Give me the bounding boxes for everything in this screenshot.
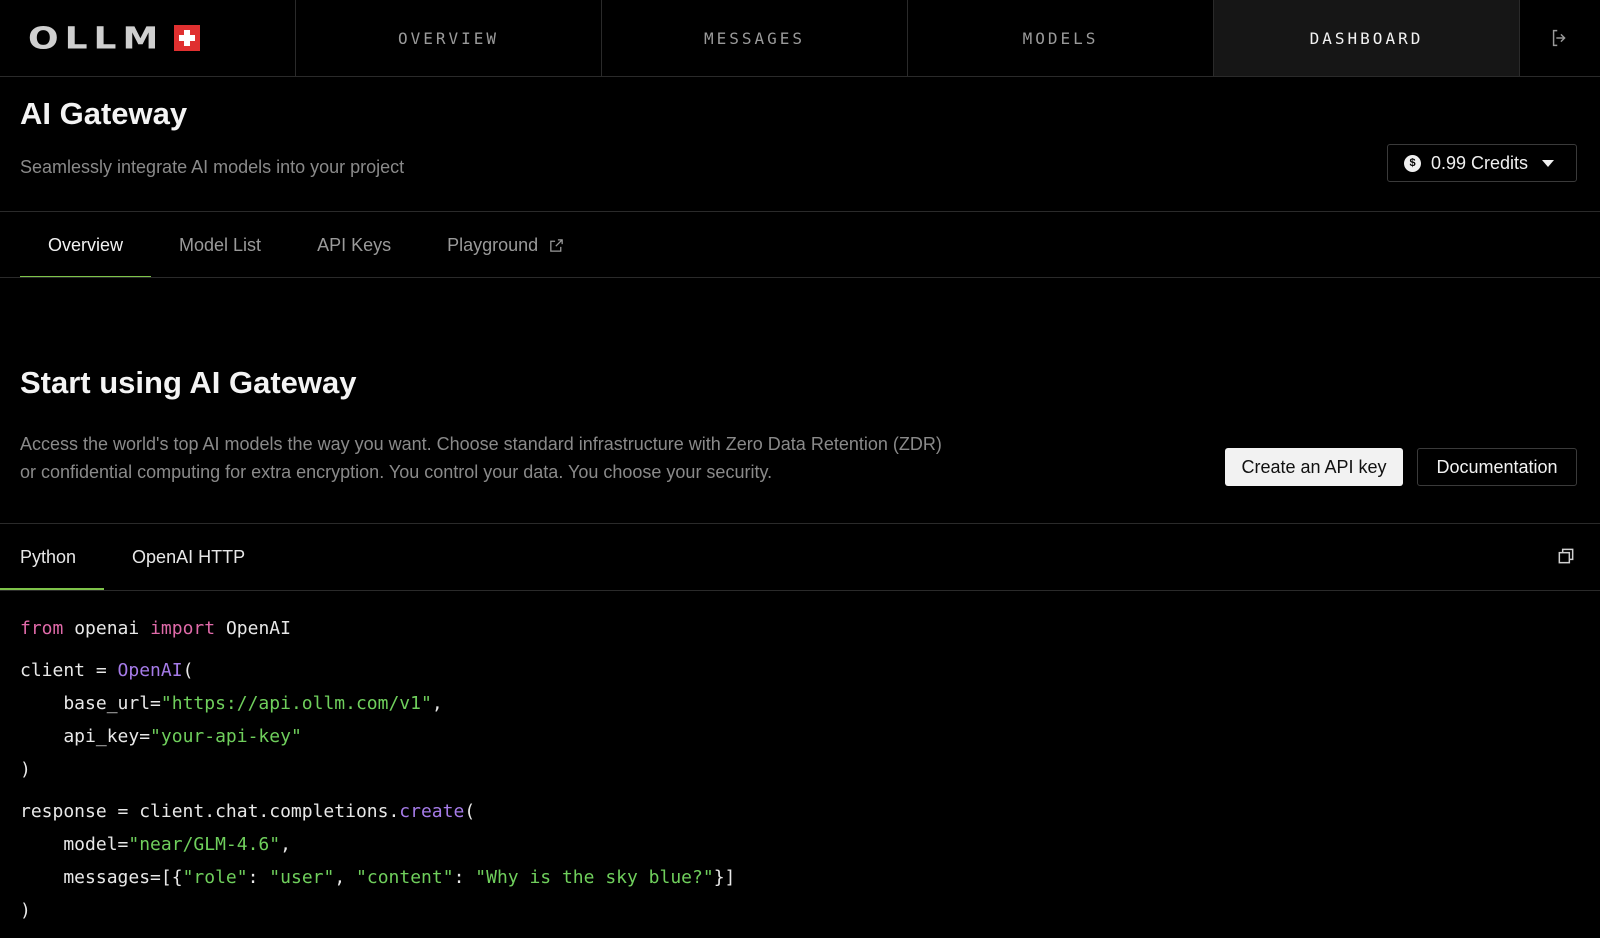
logout-icon	[1552, 29, 1566, 47]
swiss-flag-icon	[174, 25, 201, 51]
tab-label: OpenAI HTTP	[132, 546, 246, 567]
section-tabs: Overview Model List API Keys Playground	[20, 212, 593, 278]
tab-label: API Keys	[317, 234, 392, 255]
divider	[0, 590, 1600, 591]
code-line: base_url="https://api.ollm.com/v1",	[20, 693, 443, 714]
credits-label: 0.99 Credits	[1431, 152, 1529, 173]
code-line: client = OpenAI(	[20, 660, 194, 681]
code-line: model="near/GLM-4.6",	[20, 834, 291, 855]
section-description: Access the world's top AI models the way…	[20, 434, 942, 482]
dollar-coin-icon: $	[1404, 154, 1421, 172]
code-line: )	[20, 900, 31, 921]
tab-label: Model List	[179, 234, 262, 255]
code-block: from openai import OpenAI client = OpenA…	[20, 612, 735, 927]
tab-label: Overview	[48, 234, 124, 255]
code-line: api_key="your-api-key"	[20, 726, 302, 747]
divider	[0, 277, 1600, 278]
code-line: )	[20, 759, 31, 780]
logo-text: OLLM	[28, 20, 165, 56]
tab-python[interactable]: Python	[0, 524, 105, 590]
page-subtitle: Seamlessly integrate AI models into your…	[20, 157, 405, 177]
external-link-icon	[550, 238, 563, 252]
copy-icon	[1558, 548, 1574, 564]
tab-label: Playground	[447, 234, 539, 255]
tab-openai-http[interactable]: OpenAI HTTP	[104, 524, 273, 590]
tab-label: Python	[20, 546, 77, 567]
nav-dashboard[interactable]: DASHBOARD	[1214, 0, 1520, 76]
copy-code-button[interactable]	[1556, 546, 1578, 568]
logo[interactable]: OLLM	[0, 0, 296, 76]
code-language-tabs: Python OpenAI HTTP	[0, 524, 273, 590]
nav-messages[interactable]: MESSAGES	[602, 0, 908, 76]
tab-api-keys[interactable]: API Keys	[289, 212, 419, 278]
code-line: messages=[{"role": "user", "content": "W…	[20, 867, 736, 888]
top-navigation: OLLM OVERVIEW MESSAGES MODELS DASHBOARD	[0, 0, 1600, 77]
logout-button[interactable]	[1520, 0, 1600, 76]
create-api-key-button[interactable]: Create an API key	[1225, 448, 1403, 486]
tab-overview[interactable]: Overview	[20, 212, 152, 278]
section-title: Start using AI Gateway	[20, 365, 357, 400]
code-line: response = client.chat.completions.creat…	[20, 801, 476, 822]
nav-models[interactable]: MODELS	[908, 0, 1214, 76]
tab-playground[interactable]: Playground	[419, 212, 593, 278]
tab-model-list[interactable]: Model List	[151, 212, 289, 278]
caret-down-icon	[1542, 159, 1555, 167]
nav-overview[interactable]: OVERVIEW	[296, 0, 602, 76]
credits-dropdown[interactable]: $ 0.99 Credits	[1387, 144, 1577, 182]
code-line: from openai import OpenAI	[20, 618, 291, 639]
documentation-button[interactable]: Documentation	[1417, 448, 1577, 486]
page-title: AI Gateway	[20, 96, 188, 131]
